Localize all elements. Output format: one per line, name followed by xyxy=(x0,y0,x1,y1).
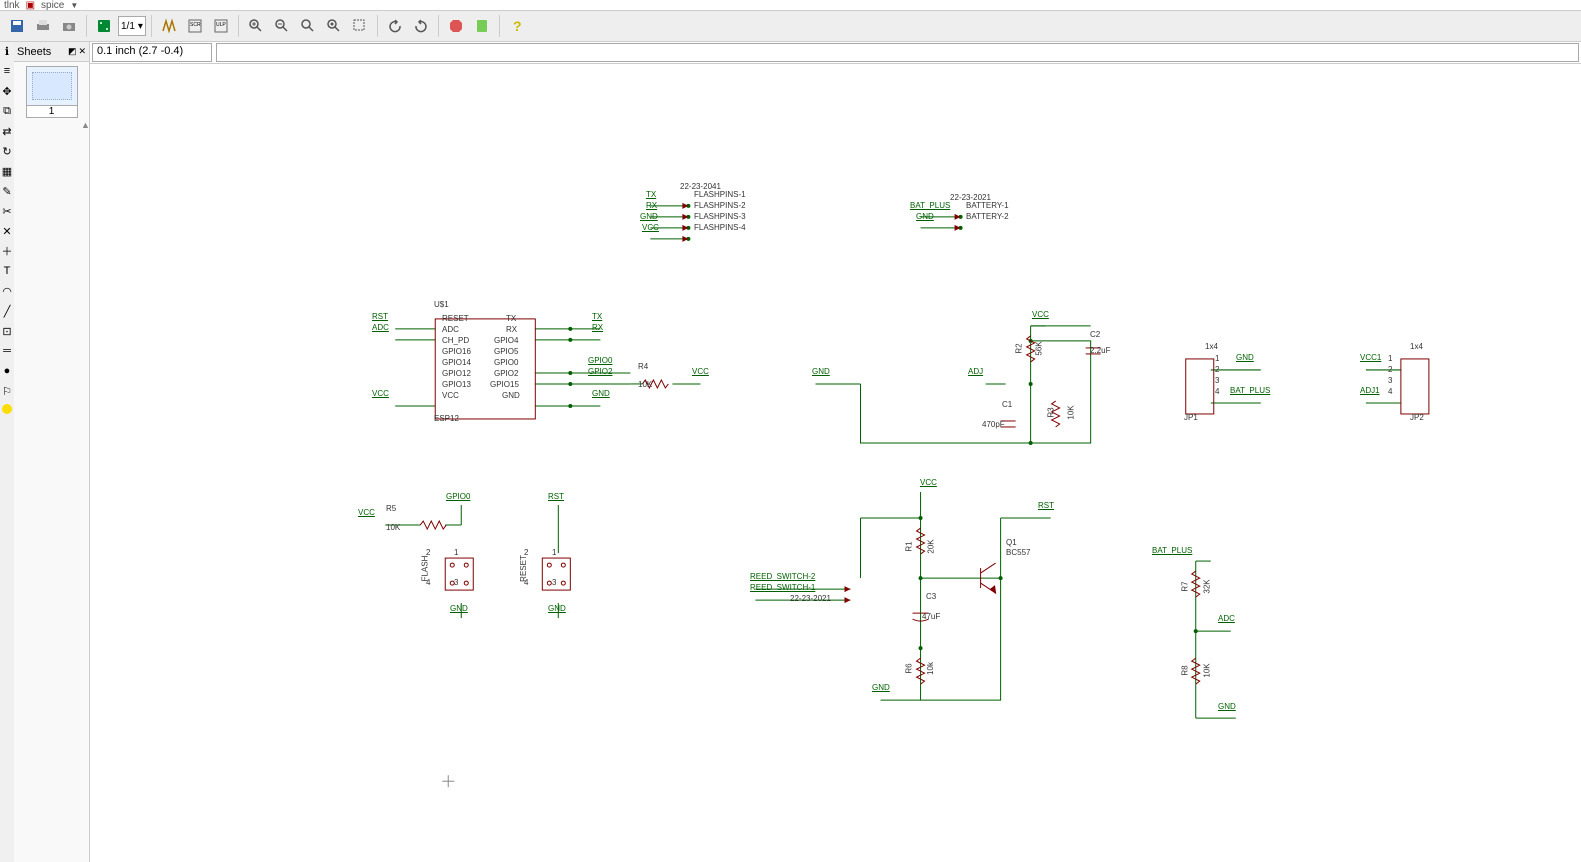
vertical-toolbox: ℹ ≡ ✥ ⧉ ⇄ ↻ ▦ ✎ ✂ ✕ ＋ T ◠ ╱ ⊡ ═ ● ⚐ xyxy=(0,42,14,862)
svg-text:ULP: ULP xyxy=(216,22,226,28)
add-tool-icon[interactable]: ＋ xyxy=(1,244,13,258)
text-tool-icon[interactable]: T xyxy=(1,264,13,278)
sheets-close-icon[interactable]: ✕ xyxy=(78,46,86,57)
ulp-icon[interactable]: ULP xyxy=(209,14,233,38)
coordinate-display: 0.1 inch (2.7 -0.4) xyxy=(92,43,212,62)
print-icon[interactable] xyxy=(31,14,55,38)
zoom-out-icon[interactable] xyxy=(270,14,294,38)
schematic-canvas[interactable]: 22-23-2041 TX FLASHPINS-1 RX FLASHPINS-2… xyxy=(90,64,1581,862)
sheets-panel: Sheets ◩ ✕ 1 ▲ xyxy=(14,42,90,862)
svg-text:?: ? xyxy=(513,18,522,34)
zoom-in-icon[interactable] xyxy=(244,14,268,38)
layer-tool-icon[interactable]: ≡ xyxy=(1,64,13,78)
zoom-redraw-icon[interactable] xyxy=(322,14,346,38)
go-icon[interactable] xyxy=(470,14,494,38)
wire-tool-icon[interactable]: ╱ xyxy=(1,304,13,318)
erc-tool-icon[interactable] xyxy=(2,404,12,414)
zoom-select-icon[interactable] xyxy=(348,14,372,38)
delete-tool-icon[interactable]: ✕ xyxy=(1,224,13,238)
stop-icon[interactable] xyxy=(444,14,468,38)
cam-icon[interactable] xyxy=(57,14,81,38)
library-icon[interactable] xyxy=(157,14,181,38)
junction-tool-icon[interactable]: ● xyxy=(1,364,13,378)
board-icon[interactable] xyxy=(92,14,116,38)
redo-icon[interactable] xyxy=(409,14,433,38)
main-toolbar: 1/1▾ SCR ULP ? xyxy=(0,10,1581,42)
info-tool-icon[interactable]: ℹ xyxy=(1,44,13,58)
command-input[interactable] xyxy=(216,43,1579,62)
label-tool-icon[interactable]: ⚐ xyxy=(1,384,13,398)
save-icon[interactable] xyxy=(5,14,29,38)
rotate-tool-icon[interactable]: ↻ xyxy=(1,144,13,158)
scroll-up-icon[interactable]: ▲ xyxy=(79,118,89,132)
sheet-thumbnail[interactable]: 1 xyxy=(14,62,89,118)
menu-bar: tlnk ▣ spice ▼ xyxy=(0,0,1581,10)
menu-tlnk[interactable]: tlnk xyxy=(4,0,20,11)
group-tool-icon[interactable]: ▦ xyxy=(1,164,13,178)
copy-tool-icon[interactable]: ⧉ xyxy=(1,104,13,118)
net-tool-icon[interactable]: ⊡ xyxy=(1,324,13,338)
change-tool-icon[interactable]: ✎ xyxy=(1,184,13,198)
script-icon[interactable]: SCR xyxy=(183,14,207,38)
undo-icon[interactable] xyxy=(383,14,407,38)
svg-text:SCR: SCR xyxy=(190,22,201,28)
menu-spice[interactable]: spice xyxy=(41,0,64,11)
arc-tool-icon[interactable]: ◠ xyxy=(1,284,13,298)
bus-tool-icon[interactable]: ═ xyxy=(1,344,13,358)
mirror-tool-icon[interactable]: ⇄ xyxy=(1,124,13,138)
help-icon[interactable]: ? xyxy=(505,14,529,38)
page-selector[interactable]: 1/1▾ xyxy=(118,16,146,36)
cut-tool-icon[interactable]: ✂ xyxy=(1,204,13,218)
sheets-label: Sheets xyxy=(17,46,51,58)
move-tool-icon[interactable]: ✥ xyxy=(1,84,13,98)
zoom-fit-icon[interactable] xyxy=(296,14,320,38)
sheets-detach-icon[interactable]: ◩ xyxy=(68,46,77,57)
